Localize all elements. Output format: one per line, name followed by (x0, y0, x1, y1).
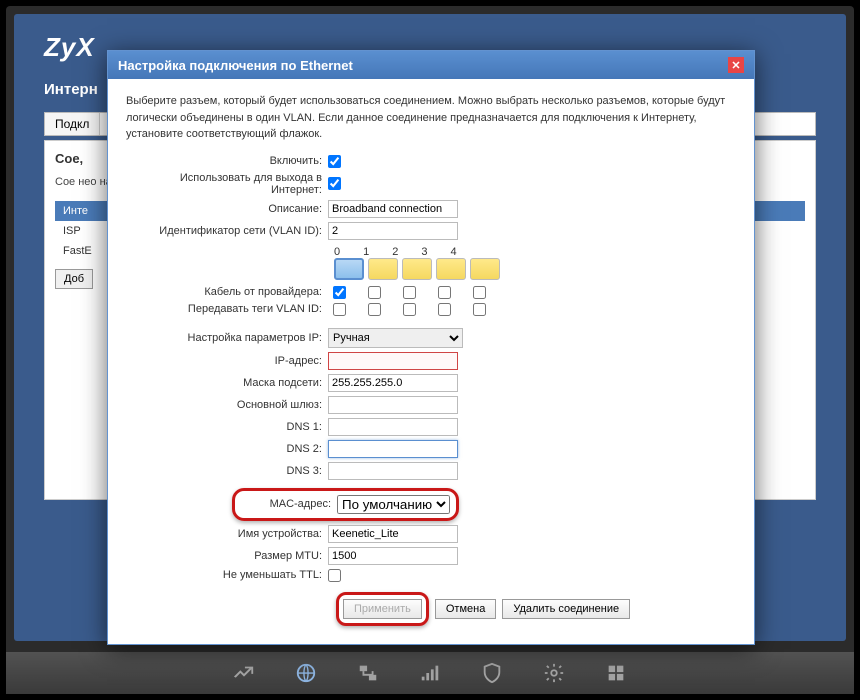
gear-icon[interactable] (543, 662, 565, 684)
apply-highlight-ring: Применить (336, 592, 429, 626)
shield-icon[interactable] (481, 662, 503, 684)
apps-icon[interactable] (605, 662, 627, 684)
port-num: 3 (421, 246, 427, 258)
port-num: 1 (363, 246, 369, 258)
provider-port3[interactable] (438, 286, 451, 299)
provider-port2[interactable] (403, 286, 416, 299)
label-dns3: DNS 3: (126, 465, 328, 477)
delete-connection-button[interactable]: Удалить соединение (502, 599, 630, 619)
label-device-name: Имя устройства: (126, 528, 328, 540)
port-2-icon[interactable] (402, 258, 432, 280)
label-enable: Включить: (126, 155, 328, 167)
modal-title: Настройка подключения по Ethernet (118, 58, 353, 73)
modal-body: Выберите разъем, который будет использов… (108, 79, 754, 644)
label-ip-addr: IP-адрес: (126, 355, 328, 367)
provider-port1[interactable] (368, 286, 381, 299)
provider-port0[interactable] (333, 286, 346, 299)
label-mac: MAC-адрес: (241, 498, 337, 510)
vlan-id-input[interactable] (328, 222, 458, 240)
port-icons (334, 258, 736, 280)
vlantag-port2[interactable] (403, 303, 416, 316)
label-ttl: Не уменьшать TTL: (126, 569, 328, 581)
subnet-mask-input[interactable] (328, 374, 458, 392)
close-icon[interactable]: ✕ (728, 57, 744, 73)
port-1-icon[interactable] (368, 258, 398, 280)
port-headers: 0 1 2 3 4 (334, 246, 736, 258)
globe-icon[interactable] (295, 662, 317, 684)
port-num: 4 (451, 246, 457, 258)
label-description: Описание: (126, 203, 328, 215)
network-icon[interactable] (357, 662, 379, 684)
mtu-input[interactable] (328, 547, 458, 565)
label-dns2: DNS 2: (126, 443, 328, 455)
mac-highlight-ring: MAC-адрес: По умолчанию (232, 488, 459, 521)
tab-connections[interactable]: Подкл (45, 113, 100, 135)
vlantag-port1[interactable] (368, 303, 381, 316)
ip-setup-select[interactable]: Ручная (328, 328, 463, 348)
ttl-checkbox[interactable] (328, 569, 341, 582)
cancel-button[interactable]: Отмена (435, 599, 496, 619)
gateway-input[interactable] (328, 396, 458, 414)
wifi-icon[interactable] (419, 662, 441, 684)
vlantag-port0[interactable] (333, 303, 346, 316)
label-mtu: Размер MTU: (126, 550, 328, 562)
use-internet-checkbox[interactable] (328, 177, 341, 190)
label-use-internet: Использовать для выхода в Интернет: (126, 172, 328, 196)
mac-address-select[interactable]: По умолчанию (337, 495, 450, 514)
ip-address-input[interactable] (328, 352, 458, 370)
dns2-input[interactable] (328, 440, 458, 458)
ethernet-settings-modal: Настройка подключения по Ethernet ✕ Выбе… (107, 50, 755, 645)
provider-port4[interactable] (473, 286, 486, 299)
label-vlan-id: Идентификатор сети (VLAN ID): (126, 225, 328, 237)
vlantag-port4[interactable] (473, 303, 486, 316)
modal-header: Настройка подключения по Ethernet ✕ (108, 51, 754, 79)
port-0-icon[interactable] (334, 258, 364, 280)
label-ip-setup: Настройка параметров IP: (126, 332, 328, 344)
port-num: 0 (334, 246, 340, 258)
button-row: Применить Отмена Удалить соединение (336, 592, 736, 626)
add-button[interactable]: Доб (55, 269, 93, 289)
port-3-icon[interactable] (436, 258, 466, 280)
label-provider-cable: Кабель от провайдера: (126, 286, 328, 298)
dns1-input[interactable] (328, 418, 458, 436)
bottom-nav (6, 652, 854, 694)
enable-checkbox[interactable] (328, 155, 341, 168)
apply-button[interactable]: Применить (343, 599, 422, 619)
port-num: 2 (392, 246, 398, 258)
label-gateway: Основной шлюз: (126, 399, 328, 411)
monitor-icon[interactable] (233, 662, 255, 684)
label-vlan-tags: Передавать теги VLAN ID: (126, 303, 328, 315)
description-input[interactable] (328, 200, 458, 218)
help-text: Выберите разъем, который будет использов… (126, 93, 736, 143)
label-dns1: DNS 1: (126, 421, 328, 433)
dns3-input[interactable] (328, 462, 458, 480)
vlantag-port3[interactable] (438, 303, 451, 316)
device-name-input[interactable] (328, 525, 458, 543)
port-4-icon[interactable] (470, 258, 500, 280)
label-mask: Маска подсети: (126, 377, 328, 389)
